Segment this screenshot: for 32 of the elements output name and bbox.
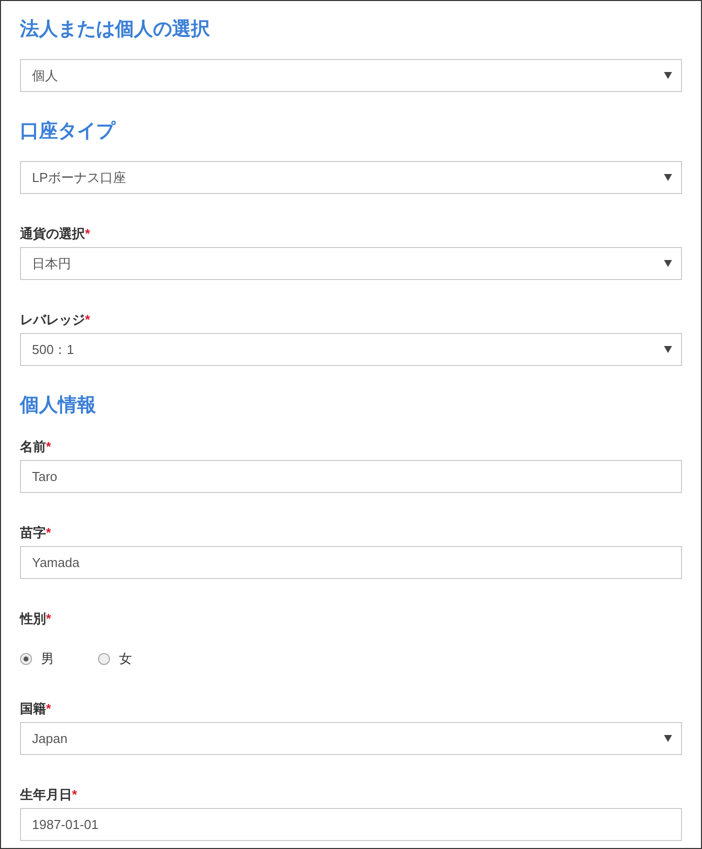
- dropdown[interactable]: 個人: [20, 59, 682, 92]
- dropdown[interactable]: LPボーナス口座: [20, 161, 682, 194]
- radio-option[interactable]: 女: [98, 650, 132, 668]
- caret-icon: [664, 260, 672, 267]
- required-mark: *: [85, 312, 90, 328]
- caret-icon: [664, 735, 672, 742]
- field-label: 通貨の選択: [20, 226, 85, 242]
- dropdown[interactable]: 日本円: [20, 247, 682, 280]
- radio-option[interactable]: 男: [20, 650, 54, 668]
- required-mark: *: [85, 226, 90, 242]
- caret-icon: [664, 174, 672, 181]
- dropdown[interactable]: Japan: [20, 722, 682, 755]
- required-mark: *: [46, 701, 52, 717]
- required-mark: *: [46, 439, 52, 455]
- required-mark: *: [46, 611, 52, 627]
- field-label: 性別: [20, 611, 46, 627]
- field-label: 名前: [20, 439, 46, 455]
- section-heading: 口座タイプ: [20, 120, 117, 144]
- required-mark: *: [72, 787, 78, 803]
- dropdown[interactable]: 500：1: [20, 333, 682, 366]
- input-field[interactable]: Yamada: [20, 546, 682, 579]
- caret-icon: [664, 72, 672, 79]
- field-label: レバレッジ: [20, 312, 85, 328]
- section-heading: 個人情報: [20, 394, 97, 418]
- input-field[interactable]: 1987-01-01: [20, 808, 682, 841]
- section-heading: 法人または個人の選択: [20, 18, 211, 42]
- required-mark: *: [46, 525, 52, 541]
- caret-icon: [664, 346, 672, 353]
- field-label: 生年月日: [20, 787, 72, 803]
- field-label: 国籍: [20, 701, 46, 717]
- field-label: 苗字: [20, 525, 46, 541]
- input-field[interactable]: Taro: [20, 460, 682, 493]
